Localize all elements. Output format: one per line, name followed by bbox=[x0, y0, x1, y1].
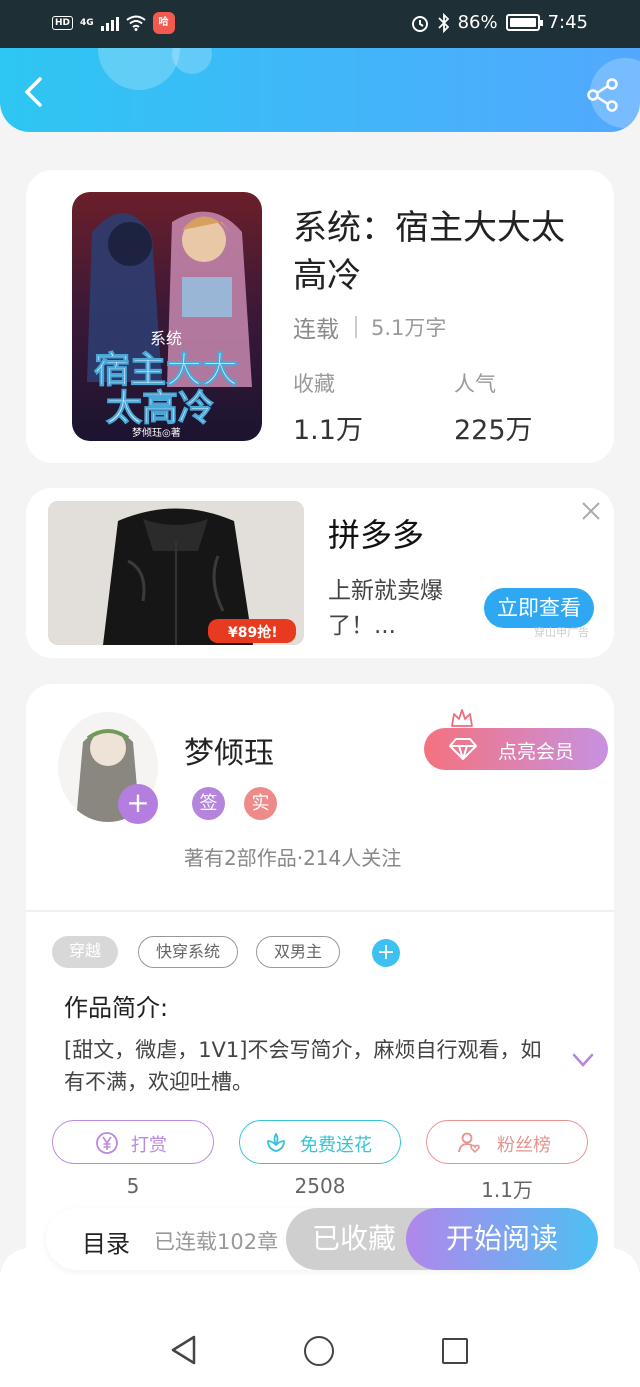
ad-view-button[interactable]: 立即查看 bbox=[484, 588, 594, 628]
meta-divider bbox=[355, 316, 357, 338]
close-icon[interactable] bbox=[580, 500, 602, 522]
bottom-action-bar: 目录 已连载102章 已收藏 开始阅读 bbox=[46, 1208, 598, 1270]
reward-label: 打赏 bbox=[131, 1135, 167, 1156]
vip-button[interactable]: 点亮会员 bbox=[424, 709, 608, 770]
alarm-icon bbox=[411, 15, 428, 32]
collect-value: 1.1万 bbox=[293, 415, 363, 446]
author-stats: 著有2部作品·214人关注 bbox=[184, 846, 402, 870]
intro-heading: 作品简介: bbox=[64, 994, 169, 1022]
nav-back-icon[interactable] bbox=[170, 1334, 198, 1366]
app-notification-icon: 哈 bbox=[152, 12, 175, 34]
verified-badge: 实 bbox=[244, 787, 277, 820]
tag-chip[interactable]: 双男主 bbox=[256, 936, 340, 968]
flower-count: 2508 bbox=[294, 1174, 346, 1198]
ad-description: 上新就卖爆了！... bbox=[328, 578, 443, 639]
ad-title: 拼多多 bbox=[328, 516, 425, 554]
bluetooth-icon bbox=[437, 12, 449, 33]
reward-count: 5 bbox=[126, 1174, 140, 1198]
follow-author-button[interactable]: + bbox=[118, 784, 158, 824]
chevron-down-icon[interactable] bbox=[572, 1052, 594, 1068]
cover-author-text: 梦倾珏◎著 bbox=[132, 426, 181, 439]
book-cover[interactable]: 系统 宿主大大 太高冷 梦倾珏◎著 bbox=[72, 192, 262, 441]
vip-button-label: 点亮会员 bbox=[498, 741, 575, 763]
nav-recents-icon[interactable] bbox=[442, 1338, 468, 1364]
status-bar: HD 4G 哈 86% 7:45 bbox=[0, 0, 640, 48]
fan-count: 1.1万 bbox=[481, 1178, 533, 1202]
signed-badge: 签 bbox=[192, 787, 225, 820]
header-bar bbox=[0, 48, 640, 132]
tag-chip[interactable]: 穿越 bbox=[52, 936, 118, 968]
ad-card[interactable]: ¥89抢! 拼多多 上新就卖爆了！... 立即查看 穿山甲广告 bbox=[26, 488, 614, 658]
start-reading-button[interactable]: 开始阅读 bbox=[406, 1208, 598, 1270]
cover-series-text: 系统 bbox=[150, 329, 182, 348]
popularity-value: 225万 bbox=[454, 415, 533, 446]
share-button[interactable] bbox=[586, 78, 620, 112]
intro-text: [甜文，微虐，1V1]不会写简介，麻烦自行观看，如有不满，欢迎吐槽。 bbox=[64, 1038, 542, 1094]
signal-icon bbox=[100, 15, 119, 31]
collect-label: 收藏 bbox=[293, 372, 335, 396]
fan-ranking-label: 粉丝榜 bbox=[497, 1135, 551, 1156]
nav-home-icon[interactable] bbox=[304, 1336, 334, 1366]
tag-chip[interactable]: 快穿系统 bbox=[138, 936, 238, 968]
user-heart-icon bbox=[458, 1132, 480, 1154]
back-button[interactable] bbox=[16, 74, 52, 110]
clock: 7:45 bbox=[547, 12, 588, 33]
book-title: 系统：宿主大大太高冷 bbox=[293, 208, 565, 296]
popularity-label: 人气 bbox=[454, 372, 496, 396]
crown-icon bbox=[451, 709, 473, 727]
battery-icon bbox=[505, 14, 543, 31]
cover-title-line2: 太高冷 bbox=[106, 387, 214, 429]
ad-source-note: 穿山甲广告 bbox=[534, 626, 589, 639]
fan-ranking-button[interactable]: 粉丝榜 bbox=[426, 1120, 588, 1164]
network-type: 4G bbox=[80, 18, 94, 28]
serial-chapter-count[interactable]: 已连载102章 bbox=[154, 1226, 278, 1256]
send-flower-button[interactable]: 免费送花 bbox=[239, 1120, 401, 1164]
yen-coin-icon bbox=[96, 1132, 118, 1154]
wifi-icon bbox=[126, 15, 146, 31]
book-status: 连载 bbox=[293, 317, 339, 343]
author-card: + 梦倾珏 签 实 著有2部作品·214人关注 点亮会员 穿越 快穿系统 双男主… bbox=[26, 684, 614, 1284]
ad-image[interactable]: ¥89抢! bbox=[48, 501, 304, 645]
hd-indicator: HD bbox=[52, 16, 74, 30]
section-divider bbox=[26, 910, 614, 912]
book-info-card: 系统 宿主大大 太高冷 梦倾珏◎著 系统：宿主大大太高冷 连载 5.1万字 收藏… bbox=[26, 170, 614, 463]
battery-percent: 86% bbox=[457, 12, 498, 33]
reward-button[interactable]: 打赏 bbox=[52, 1120, 214, 1164]
author-name: 梦倾珏 bbox=[184, 736, 274, 771]
cover-title-line1: 宿主大大 bbox=[94, 349, 238, 391]
ad-price-tag: ¥89抢! bbox=[228, 624, 278, 641]
flower-icon bbox=[267, 1133, 285, 1152]
table-of-contents-button[interactable]: 目录 bbox=[82, 1224, 130, 1259]
book-word-count: 5.1万字 bbox=[371, 316, 447, 340]
add-tag-button[interactable]: + bbox=[372, 939, 400, 967]
diamond-icon bbox=[449, 738, 477, 760]
send-flower-label: 免费送花 bbox=[300, 1135, 372, 1156]
